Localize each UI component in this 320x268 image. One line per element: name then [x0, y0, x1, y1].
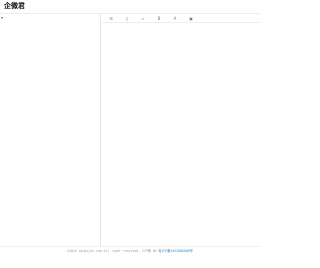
beian-link[interactable]: 粤ICP备2023000000号 [158, 248, 193, 253]
image-icon[interactable]: ▣ [188, 16, 194, 21]
chevron-down-icon[interactable]: ▾ [1, 15, 3, 20]
document-icon[interactable]: ▯ [124, 16, 130, 21]
list-icon[interactable]: ☰ [108, 16, 114, 21]
app-header: 企微君 [0, 0, 260, 14]
editor-toolbar: ☰ ▯ ⌕ B A ▣ [102, 14, 260, 23]
bold-icon[interactable]: B [156, 16, 162, 21]
brand-title: 企微君 [4, 2, 25, 10]
copyright-text: ©2024 qiweijun.com All right reserved. I… [67, 248, 157, 253]
font-color-icon[interactable]: A [172, 16, 178, 21]
page-footer: ©2024 qiweijun.com All right reserved. I… [0, 246, 260, 253]
left-panel: ▾ [0, 14, 101, 246]
editor-area[interactable] [102, 24, 260, 246]
search-icon[interactable]: ⌕ [140, 16, 146, 21]
